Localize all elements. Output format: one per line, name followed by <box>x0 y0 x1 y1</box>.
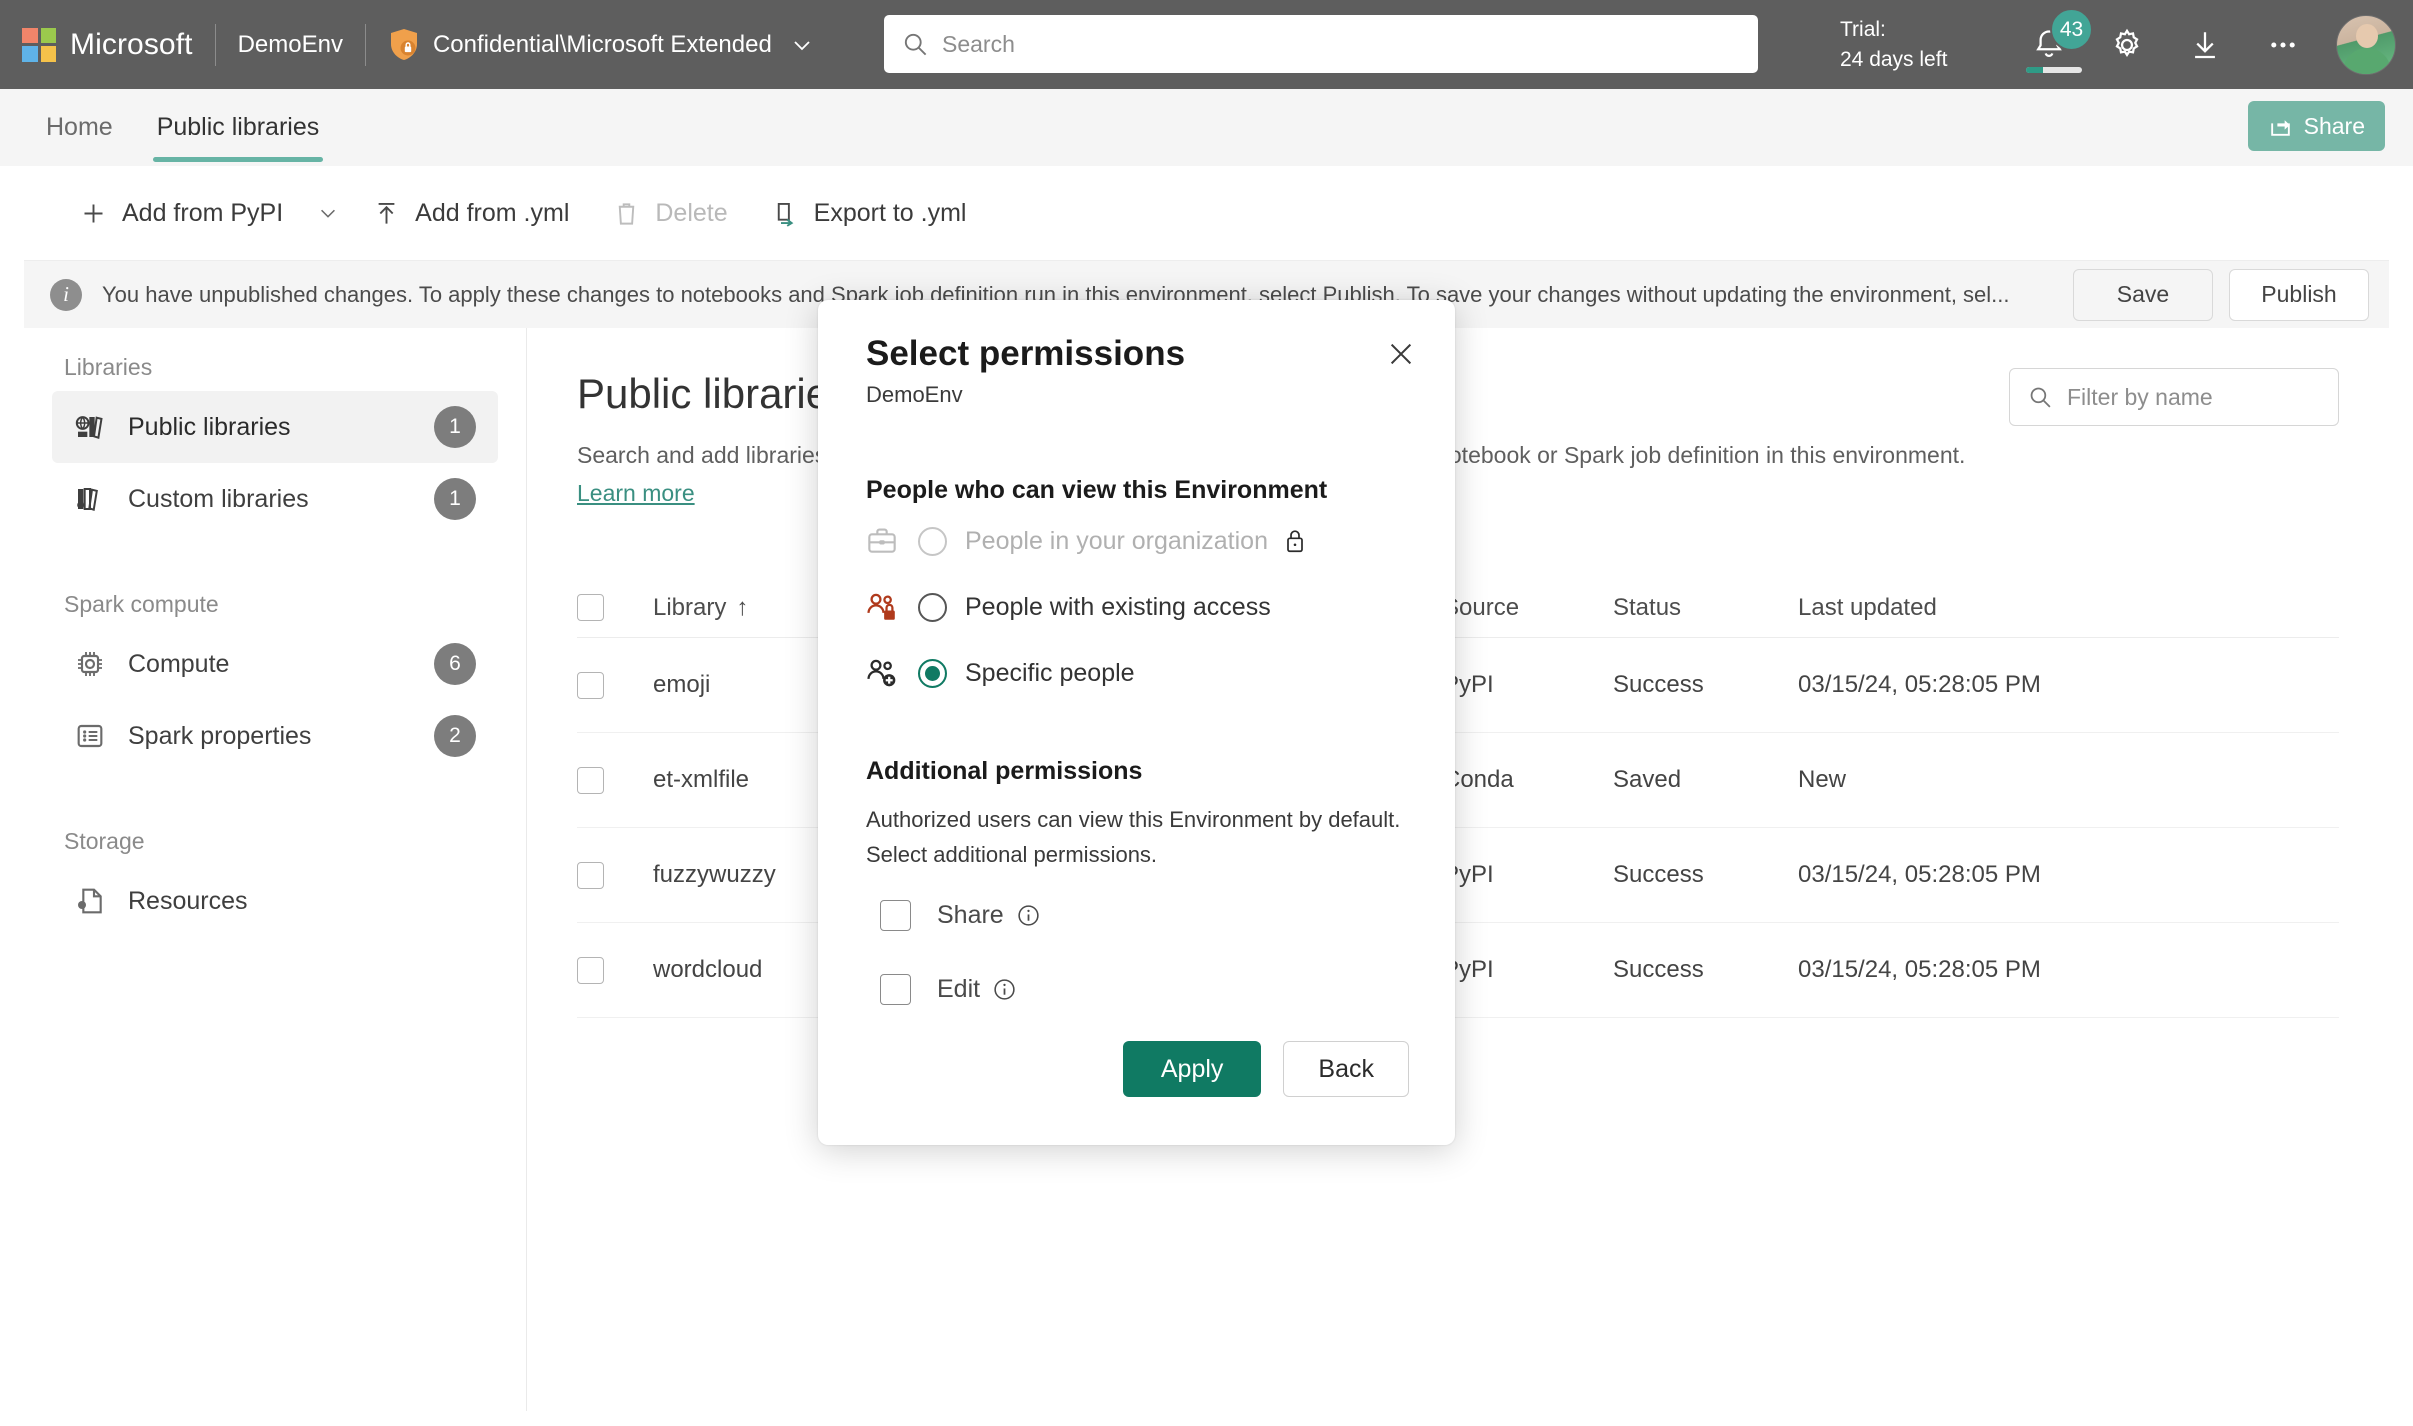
apply-button[interactable]: Apply <box>1122 1041 1262 1097</box>
briefcase-icon <box>866 525 912 557</box>
view-permissions-heading: People who can view this Environment <box>866 476 1328 504</box>
share-checkbox[interactable] <box>880 899 911 931</box>
people-lock-icon <box>866 591 912 623</box>
people-add-icon <box>866 657 912 689</box>
additional-permissions-description: Authorized users can view this Environme… <box>866 807 1401 867</box>
additional-permissions-heading: Additional permissions <box>866 757 1143 785</box>
edit-checkbox[interactable] <box>880 973 911 1005</box>
radio-people-with-existing-access[interactable] <box>918 592 947 622</box>
dialog-subtitle: DemoEnv <box>866 382 963 407</box>
dialog-title: Select permissions <box>866 334 1186 373</box>
radio-specific-people[interactable] <box>918 658 947 688</box>
dialog-actions: Apply Back <box>818 1041 1455 1097</box>
permission-checkbox-edit[interactable]: Edit <box>866 958 1409 1020</box>
permission-option-org: People in your organization <box>866 511 1409 571</box>
permission-option-specific-people-label: Specific people <box>965 658 1135 687</box>
permission-option-specific-people[interactable]: Specific people <box>866 643 1409 703</box>
lock-icon <box>1282 527 1308 555</box>
close-icon[interactable] <box>1381 334 1421 374</box>
info-icon[interactable] <box>1016 903 1041 928</box>
select-permissions-dialog: Select permissions DemoEnv People who ca… <box>818 300 1455 1145</box>
permission-checkbox-share[interactable]: Share <box>866 884 1409 946</box>
share-checkbox-label: Share <box>937 900 1004 929</box>
permission-option-org-label: People in your organization <box>965 526 1268 555</box>
info-icon[interactable] <box>992 977 1017 1002</box>
permission-option-existing-access[interactable]: People with existing access <box>866 577 1409 637</box>
radio-people-in-organization <box>918 526 947 556</box>
permission-option-existing-access-label: People with existing access <box>965 592 1271 621</box>
edit-checkbox-label: Edit <box>937 974 981 1003</box>
back-button[interactable]: Back <box>1283 1041 1409 1097</box>
